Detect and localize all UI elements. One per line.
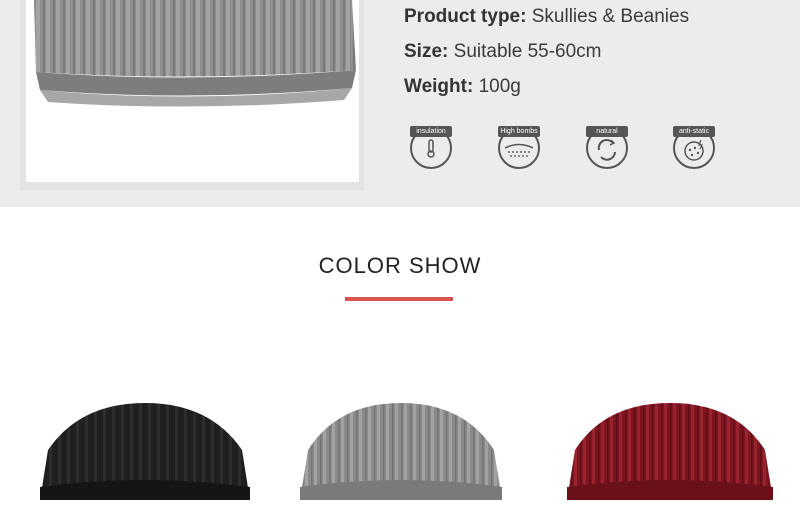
badge-anti-static: anti-static [670, 126, 718, 170]
section-divider [345, 297, 453, 301]
badge-natural: natural [583, 126, 631, 170]
product-info-panel: Product type: Skullies & Beanies Size: S… [0, 0, 800, 207]
badge-label: High bombs [498, 126, 540, 137]
wine-red-beanie-image [567, 403, 773, 500]
spec-label: Size: [404, 41, 449, 62]
spec-weight: Weight: 100g [404, 76, 521, 98]
badge-label: natural [586, 126, 628, 137]
product-gray-beanie [296, 395, 506, 500]
spec-product-type: Product type: Skullies & Beanies [404, 6, 689, 28]
spec-value: 100g [478, 76, 521, 97]
product-black-beanie [40, 395, 250, 500]
spec-size: Size: Suitable 55-60cm [404, 41, 602, 63]
spec-value: Skullies & Beanies [531, 6, 690, 27]
spec-value: Suitable 55-60cm [453, 41, 602, 62]
section-title: COLOR SHOW [318, 253, 482, 278]
spec-label: Weight: [404, 76, 474, 97]
badge-label: insulation [410, 126, 452, 137]
product-photo [26, 0, 359, 182]
product-wine-red-beanie [565, 395, 775, 500]
badge-high-bombs: High bombs [495, 126, 543, 170]
black-beanie-image [40, 403, 250, 500]
spec-label: Product type: [404, 6, 527, 27]
badge-insulation: insulation [407, 126, 455, 170]
gray-beanie-image [34, 0, 356, 107]
badge-label: anti-static [673, 126, 715, 137]
gray-beanie-image [300, 403, 502, 500]
